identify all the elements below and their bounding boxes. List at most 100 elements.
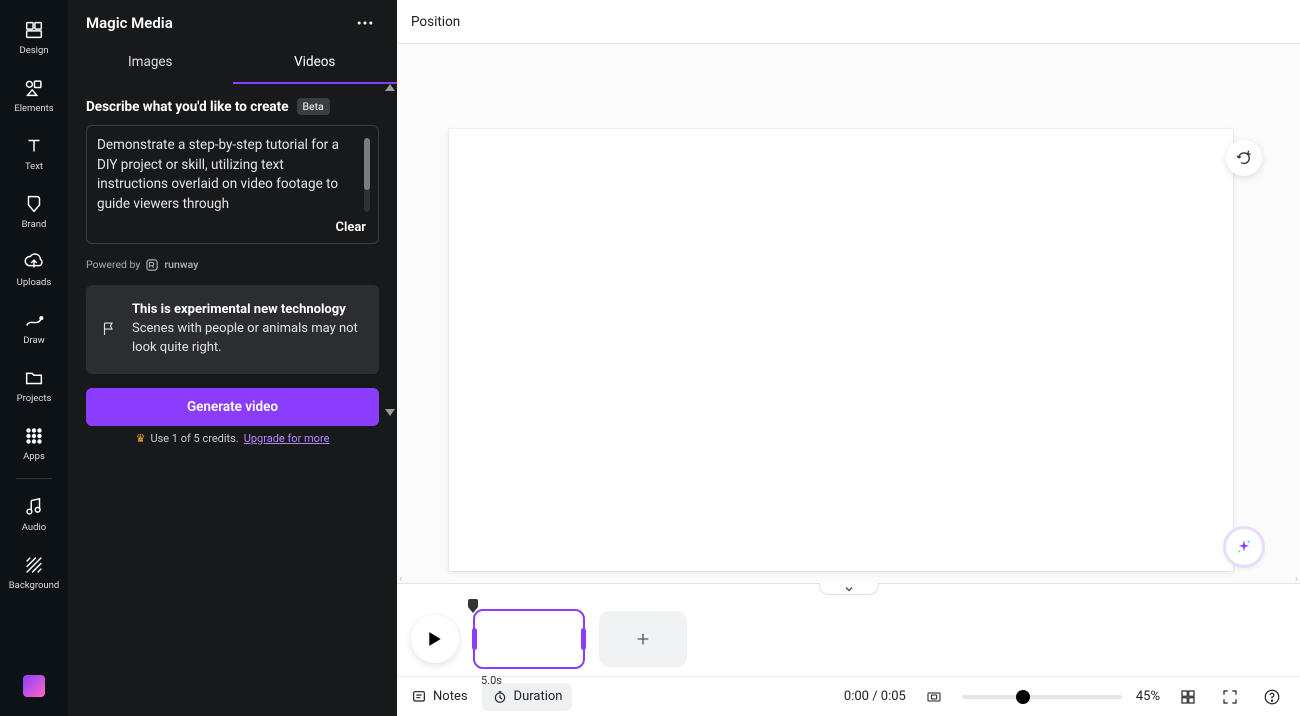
- main-area: Position ‹ ›: [397, 0, 1300, 716]
- more-horizontal-icon: [355, 13, 375, 33]
- design-icon: [23, 19, 45, 41]
- info-card: This is experimental new technology Scen…: [86, 285, 379, 374]
- rail-item-design[interactable]: Design: [0, 8, 68, 66]
- rail-label: Uploads: [17, 277, 52, 288]
- fit-to-screen-button[interactable]: [920, 683, 948, 711]
- fullscreen-icon: [1221, 688, 1239, 706]
- fit-icon: [926, 689, 942, 705]
- time-display: 0:00 / 0:05: [844, 689, 906, 704]
- refresh-button[interactable]: [1226, 140, 1262, 176]
- info-body: Scenes with people or animals may not lo…: [132, 321, 358, 355]
- panel-title: Magic Media: [86, 14, 173, 32]
- rail-divider: [16, 478, 52, 479]
- prompt-scrollbar[interactable]: [364, 138, 370, 212]
- clip-duration-label: 5.0s: [481, 674, 502, 687]
- crown-icon: ♛: [136, 432, 146, 445]
- panel-tabs: Images Videos: [68, 44, 397, 84]
- fullscreen-button[interactable]: [1216, 683, 1244, 711]
- rail-item-audio[interactable]: Audio: [0, 485, 68, 543]
- background-icon: [23, 554, 45, 576]
- generate-video-button[interactable]: Generate video: [86, 388, 379, 426]
- info-title: This is experimental new technology: [132, 302, 346, 317]
- rail-label: Apps: [23, 451, 45, 462]
- rail-label: Background: [9, 580, 60, 591]
- rail-item-apps[interactable]: Apps: [0, 414, 68, 472]
- rail-label: Audio: [22, 522, 46, 533]
- panel-more-button[interactable]: [347, 5, 383, 41]
- top-toolbar: Position: [397, 0, 1300, 44]
- rail-label: Brand: [22, 219, 47, 230]
- timeline-collapse-button[interactable]: [819, 583, 879, 595]
- help-button[interactable]: [1258, 683, 1286, 711]
- zoom-percent: 45%: [1136, 689, 1160, 704]
- apps-icon: [23, 425, 45, 447]
- timeline-area: 5.0s Notes Duration 0:00 / 0:05: [397, 583, 1300, 716]
- audio-icon: [23, 496, 45, 518]
- clock-icon: [492, 689, 508, 705]
- uploads-icon: [23, 251, 45, 273]
- canvas-viewport[interactable]: ‹ ›: [397, 44, 1300, 583]
- grid-icon: [1179, 688, 1197, 706]
- powered-by: Powered by runway: [86, 258, 379, 271]
- help-icon: [1263, 688, 1281, 706]
- duration-label: Duration: [514, 689, 563, 704]
- upgrade-link[interactable]: Upgrade for more: [244, 432, 330, 445]
- rail-item-background[interactable]: Background: [0, 543, 68, 601]
- app-thumb-icon: [23, 675, 45, 697]
- rail-label: Projects: [17, 393, 52, 404]
- add-page-button[interactable]: [599, 611, 687, 667]
- runway-icon: [146, 259, 158, 271]
- text-icon: [23, 135, 45, 157]
- rail-item-draw[interactable]: Draw: [0, 298, 68, 356]
- zoom-thumb[interactable]: [1016, 690, 1030, 704]
- rail-label: Draw: [23, 335, 45, 346]
- credits-text: Use 1 of 5 credits.: [150, 432, 238, 445]
- clip-trim-left[interactable]: [472, 628, 477, 650]
- bottom-bar: Notes Duration 0:00 / 0:05 45%: [397, 676, 1300, 716]
- rail-item-text[interactable]: Text: [0, 124, 68, 182]
- projects-icon: [23, 367, 45, 389]
- rail-item-projects[interactable]: Projects: [0, 356, 68, 414]
- rail-item-elements[interactable]: Elements: [0, 66, 68, 124]
- rail-label: Text: [25, 161, 43, 172]
- beta-badge: Beta: [297, 98, 330, 115]
- rail-label: Design: [19, 45, 48, 56]
- timeline-clip[interactable]: [473, 609, 585, 669]
- rail-item-brand[interactable]: Brand: [0, 182, 68, 240]
- side-panel: Magic Media Images Videos Describe what …: [68, 0, 397, 716]
- notes-button[interactable]: Notes: [411, 689, 468, 705]
- rail-bottom-app[interactable]: [14, 666, 54, 706]
- tab-images[interactable]: Images: [68, 44, 233, 84]
- describe-label: Describe what you'd like to create: [86, 99, 289, 115]
- rail-item-uploads[interactable]: Uploads: [0, 240, 68, 298]
- sparkle-icon: [1235, 538, 1253, 556]
- canvas-page[interactable]: [449, 129, 1233, 571]
- chevron-down-icon: [844, 586, 854, 592]
- chevron-right-icon: ›: [1295, 574, 1298, 583]
- refresh-icon: [1235, 149, 1253, 167]
- ai-assist-button[interactable]: [1226, 529, 1262, 565]
- elements-icon: [23, 77, 45, 99]
- left-rail: Design Elements Text Brand Uploads Draw …: [0, 0, 68, 716]
- rail-label: Elements: [14, 103, 53, 114]
- tab-videos[interactable]: Videos: [233, 44, 398, 84]
- zoom-slider[interactable]: [962, 695, 1122, 699]
- plus-icon: [634, 630, 652, 648]
- draw-icon: [23, 309, 45, 331]
- prompt-box: Clear: [86, 125, 379, 244]
- powered-by-brand: runway: [164, 258, 198, 271]
- prompt-textarea[interactable]: [97, 136, 368, 214]
- chevron-left-icon: ‹: [399, 574, 402, 583]
- grid-view-button[interactable]: [1174, 683, 1202, 711]
- clear-button[interactable]: Clear: [97, 214, 368, 237]
- credits-line: ♛ Use 1 of 5 credits. Upgrade for more: [86, 432, 379, 445]
- zoom-track[interactable]: [962, 695, 1122, 699]
- flag-icon: [100, 301, 118, 358]
- powered-by-label: Powered by: [86, 258, 140, 271]
- play-button[interactable]: [411, 615, 459, 663]
- canvas-horizontal-scroll[interactable]: ‹ ›: [397, 575, 1300, 583]
- notes-label: Notes: [433, 689, 468, 704]
- play-icon: [428, 631, 442, 647]
- clip-trim-right[interactable]: [581, 628, 586, 650]
- position-button[interactable]: Position: [411, 14, 460, 30]
